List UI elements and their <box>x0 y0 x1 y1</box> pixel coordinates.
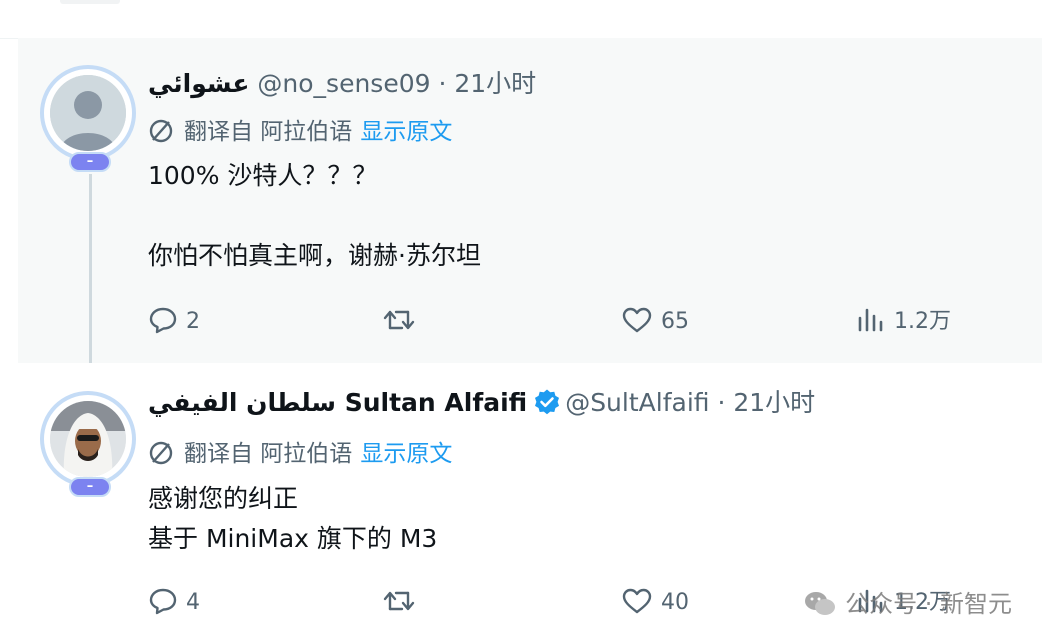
previous-tweet-edge <box>0 0 1042 39</box>
reply-icon <box>149 588 177 615</box>
profile-photo <box>50 401 126 477</box>
default-avatar-icon <box>50 75 126 151</box>
translate-icon <box>148 118 174 152</box>
watermark-text: 公众号 · 新智元 <box>845 590 1012 618</box>
retweet-icon <box>383 310 415 330</box>
tweet[interactable]: – عشوائي @no_sense09 · 21小时 翻译自 阿拉伯语 显示原文… <box>18 38 1042 363</box>
tweet-text-line: 感谢您的纠正 <box>148 484 299 513</box>
previous-tweet-stub <box>60 0 120 4</box>
show-original-link[interactable]: 显示原文 <box>360 441 452 467</box>
avatar[interactable] <box>40 391 136 487</box>
translation-label: 翻译自 阿拉伯语 <box>184 441 353 467</box>
subscriber-badge: – <box>69 152 111 172</box>
action-bar: 2 65 1.2万 <box>148 306 968 336</box>
retweet-icon <box>383 591 415 611</box>
views-button[interactable]: 1.2万 <box>856 306 951 336</box>
reply-button[interactable]: 4 <box>148 587 200 617</box>
like-count: 40 <box>661 590 689 615</box>
like-count: 65 <box>661 309 689 334</box>
subscriber-badge: – <box>69 477 111 497</box>
translation-label: 翻译自 阿拉伯语 <box>184 119 353 145</box>
avatar[interactable] <box>40 65 136 161</box>
retweet-button[interactable] <box>382 306 424 336</box>
tweet-header: سلطان الفيفي Sultan Alfaifi @SultAlfaifi … <box>148 387 815 419</box>
display-name[interactable]: سلطان الفيفي Sultan Alfaifi <box>148 388 527 417</box>
separator-dot: · <box>438 69 447 98</box>
like-button[interactable]: 40 <box>621 587 689 617</box>
tweet-header: عشوائي @no_sense09 · 21小时 <box>148 68 536 100</box>
tweet-text-line: 100% 沙特人？？？ <box>148 161 378 190</box>
translation-notice: 翻译自 阿拉伯语 显示原文 <box>148 439 452 469</box>
timestamp[interactable]: 21小时 <box>454 69 536 98</box>
thread-connector-line <box>89 174 92 363</box>
reply-button[interactable]: 2 <box>148 306 200 336</box>
show-original-link[interactable]: 显示原文 <box>360 119 452 145</box>
user-handle[interactable]: @no_sense09 <box>257 69 430 98</box>
watermark: 公众号 · 新智元 <box>803 588 1012 620</box>
reply-icon <box>149 307 177 334</box>
tweet-text-line: 基于 MiniMax 旗下的 M3 <box>148 524 438 553</box>
retweet-button[interactable] <box>382 587 424 617</box>
like-button[interactable]: 65 <box>621 306 689 336</box>
translate-icon <box>148 440 174 474</box>
reply-count: 2 <box>186 309 200 334</box>
wechat-icon <box>805 592 836 615</box>
heart-icon <box>622 588 652 614</box>
timestamp[interactable]: 21小时 <box>733 388 815 417</box>
heart-icon <box>622 307 652 333</box>
view-count: 1.2万 <box>894 309 951 334</box>
translation-notice: 翻译自 阿拉伯语 显示原文 <box>148 117 452 147</box>
tweet-text-line: 你怕不怕真主啊，谢赫·苏尔坦 <box>148 241 481 270</box>
user-handle[interactable]: @SultAlfaifi <box>565 388 709 417</box>
reply-count: 4 <box>186 590 200 615</box>
display-name[interactable]: عشوائي <box>148 69 249 98</box>
views-icon <box>858 308 883 332</box>
verified-badge-icon <box>533 388 561 424</box>
separator-dot: · <box>717 388 726 417</box>
